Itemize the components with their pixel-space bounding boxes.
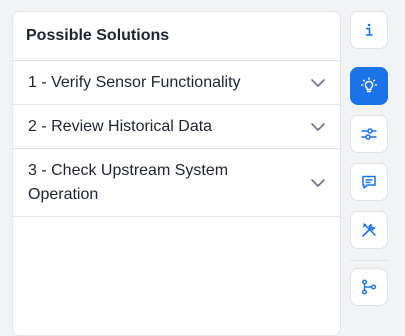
toolbar-divider [350,260,388,261]
solution-item-verify-sensor[interactable]: 1 - Verify Sensor Functionality [13,61,340,105]
solutions-panel: Possible Solutions 1 - Verify Sensor Fun… [12,11,341,336]
solution-label: 3 - Check Upstream System Operation [28,161,229,203]
solution-label: 1 - Verify Sensor Functionality [28,73,241,91]
info-button[interactable] [350,11,388,49]
solution-item-check-upstream[interactable]: 3 - Check Upstream System Operation [13,149,340,217]
settings-button[interactable] [350,115,388,153]
lightbulb-icon [360,77,378,95]
branch-icon [360,278,378,296]
chat-icon [360,173,378,191]
solutions-button[interactable] [350,67,388,105]
solution-label: 2 - Review Historical Data [28,117,213,135]
tools-button[interactable] [350,211,388,249]
workflow-button[interactable] [350,268,388,306]
sliders-icon [360,125,378,143]
chevron-down-icon [310,75,326,91]
chevron-down-icon [310,119,326,135]
info-icon [360,21,378,39]
tools-icon [360,221,378,239]
solution-item-review-historical[interactable]: 2 - Review Historical Data [13,105,340,149]
chat-button[interactable] [350,163,388,201]
panel-title: Possible Solutions [13,12,340,61]
chevron-down-icon [310,175,326,191]
